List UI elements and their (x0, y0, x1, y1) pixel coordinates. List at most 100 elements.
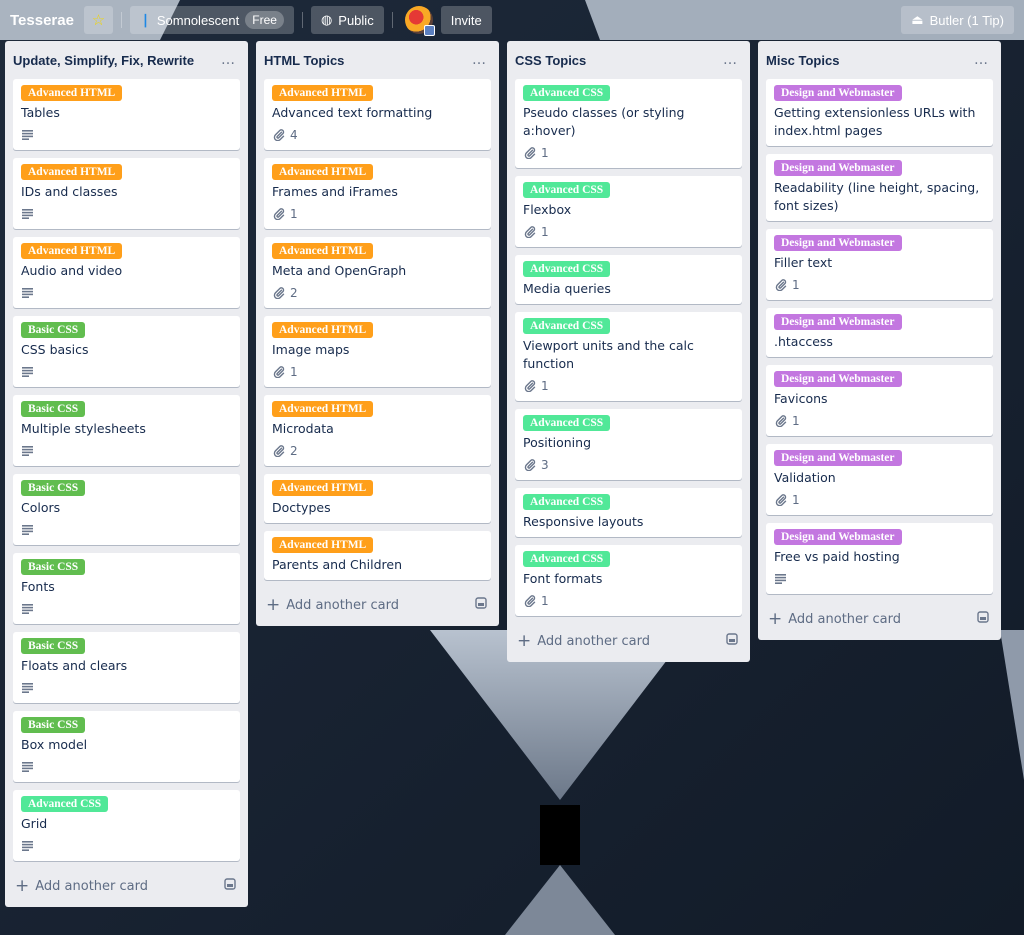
card-label[interactable]: Design and Webmaster (774, 85, 902, 101)
card-label[interactable]: Advanced CSS (523, 494, 611, 510)
card[interactable]: Advanced CSS Font formats 1 (515, 545, 742, 616)
card-label[interactable]: Advanced CSS (523, 415, 611, 431)
card-badges: 1 (523, 221, 734, 243)
card-label[interactable]: Advanced HTML (272, 85, 374, 101)
butler-button[interactable]: ⏏ Butler (1 Tip) (901, 6, 1014, 34)
list-title[interactable]: CSS Topics (515, 53, 586, 68)
card-template-icon[interactable] (977, 611, 989, 627)
card[interactable]: Advanced HTML Advanced text formatting 4 (264, 79, 491, 150)
card-label[interactable]: Advanced HTML (21, 85, 123, 101)
card[interactable]: Advanced HTML Tables (13, 79, 240, 150)
card[interactable]: Advanced CSS Positioning 3 (515, 409, 742, 480)
board-title[interactable]: Tesserae (8, 12, 80, 29)
card[interactable]: Advanced HTML Parents and Children (264, 531, 491, 580)
list-title[interactable]: HTML Topics (264, 53, 344, 68)
card[interactable]: Basic CSS Box model (13, 711, 240, 782)
add-card-button[interactable]: + Add another card (517, 632, 650, 650)
card-template-icon[interactable] (224, 878, 236, 894)
paperclip-icon (523, 595, 537, 607)
card-template-icon[interactable] (726, 633, 738, 649)
card-label[interactable]: Advanced HTML (272, 243, 374, 259)
header-divider (301, 12, 303, 28)
card-label[interactable]: Advanced HTML (21, 243, 123, 259)
attachment-count: 1 (792, 493, 800, 507)
card[interactable]: Basic CSS Multiple stylesheets (13, 395, 240, 466)
card[interactable]: Advanced CSS Viewport units and the calc … (515, 312, 742, 401)
card-label[interactable]: Basic CSS (21, 638, 86, 654)
card[interactable]: Basic CSS Fonts (13, 553, 240, 624)
card[interactable]: Advanced CSS Media queries (515, 255, 742, 304)
card[interactable]: Basic CSS CSS basics (13, 316, 240, 387)
card[interactable]: Design and Webmaster Readability (line he… (766, 154, 993, 221)
invite-button[interactable]: Invite (440, 6, 492, 34)
card[interactable]: Advanced HTML Audio and video (13, 237, 240, 308)
card[interactable]: Advanced HTML Meta and OpenGraph 2 (264, 237, 491, 308)
add-card-button[interactable]: + Add another card (15, 877, 149, 895)
card-label[interactable]: Advanced CSS (523, 261, 611, 277)
card-template-icon[interactable] (475, 597, 487, 613)
card[interactable]: Design and Webmaster Getting extensionles… (766, 79, 993, 146)
card-label[interactable]: Advanced CSS (523, 551, 611, 567)
list-menu-icon[interactable]: … (974, 52, 989, 68)
list-title[interactable]: Misc Topics (766, 53, 839, 68)
card[interactable]: Advanced HTML Frames and iFrames 1 (264, 158, 491, 229)
card[interactable]: Advanced CSS Flexbox 1 (515, 176, 742, 247)
card-label[interactable]: Advanced HTML (272, 401, 374, 417)
card-label[interactable]: Advanced CSS (523, 85, 611, 101)
attachment-count: 4 (290, 128, 298, 142)
card-label[interactable]: Design and Webmaster (774, 314, 902, 330)
card[interactable]: Basic CSS Colors (13, 474, 240, 545)
card-label[interactable]: Design and Webmaster (774, 235, 902, 251)
card[interactable]: Advanced CSS Pseudo classes (or styling a… (515, 79, 742, 168)
workspace-button[interactable]: ❘ Somnolescent Free (129, 6, 294, 34)
card-label[interactable]: Advanced HTML (272, 537, 374, 553)
card[interactable]: Advanced CSS Grid (13, 790, 240, 861)
card-label[interactable]: Advanced HTML (272, 480, 374, 496)
card-label[interactable]: Advanced HTML (272, 322, 374, 338)
card-label[interactable]: Basic CSS (21, 717, 86, 733)
visibility-button[interactable]: ◍ Public (310, 6, 384, 34)
card[interactable]: Basic CSS Floats and clears (13, 632, 240, 703)
list-footer: + Add another card (766, 602, 993, 636)
card-list: Design and Webmaster Getting extensionles… (766, 79, 993, 602)
list-menu-icon[interactable]: … (723, 52, 738, 68)
list-title[interactable]: Update, Simplify, Fix, Rewrite (13, 53, 194, 68)
card[interactable]: Design and Webmaster Filler text 1 (766, 229, 993, 300)
card[interactable]: Advanced HTML Microdata 2 (264, 395, 491, 466)
add-card-label: Add another card (788, 611, 902, 627)
list-menu-icon[interactable]: … (221, 52, 236, 68)
card-badges (21, 282, 232, 304)
card-badges: 1 (523, 142, 734, 164)
card-label[interactable]: Basic CSS (21, 401, 86, 417)
card[interactable]: Advanced HTML Doctypes (264, 474, 491, 523)
card-label[interactable]: Advanced HTML (21, 164, 123, 180)
card-label[interactable]: Basic CSS (21, 480, 86, 496)
add-card-button[interactable]: + Add another card (768, 610, 902, 628)
card[interactable]: Design and Webmaster Favicons 1 (766, 365, 993, 436)
card[interactable]: Design and Webmaster .htaccess (766, 308, 993, 357)
paperclip-icon (774, 415, 788, 427)
avatar[interactable] (404, 6, 435, 36)
card[interactable]: Design and Webmaster Validation 1 (766, 444, 993, 515)
paperclip-icon (272, 445, 286, 457)
card[interactable]: Advanced HTML Image maps 1 (264, 316, 491, 387)
card-label[interactable]: Design and Webmaster (774, 529, 902, 545)
add-card-button[interactable]: + Add another card (266, 596, 399, 614)
card-label[interactable]: Advanced HTML (272, 164, 374, 180)
list-menu-icon[interactable]: … (472, 52, 487, 68)
card[interactable]: Design and Webmaster Free vs paid hosting (766, 523, 993, 594)
card-label[interactable]: Basic CSS (21, 559, 86, 575)
card-label[interactable]: Advanced CSS (523, 318, 611, 334)
card-title: Meta and OpenGraph (272, 263, 407, 278)
card-label[interactable]: Basic CSS (21, 322, 86, 338)
card[interactable]: Advanced CSS Responsive layouts (515, 488, 742, 537)
card-label[interactable]: Advanced CSS (523, 182, 611, 198)
card[interactable]: Advanced HTML IDs and classes (13, 158, 240, 229)
card-label[interactable]: Design and Webmaster (774, 450, 902, 466)
card-label[interactable]: Design and Webmaster (774, 371, 902, 387)
card-label[interactable]: Advanced CSS (21, 796, 109, 812)
card-label[interactable]: Design and Webmaster (774, 160, 902, 176)
star-button[interactable]: ☆ (83, 6, 113, 34)
list-header: Misc Topics … (766, 41, 993, 79)
add-card-label: Add another card (35, 878, 149, 894)
